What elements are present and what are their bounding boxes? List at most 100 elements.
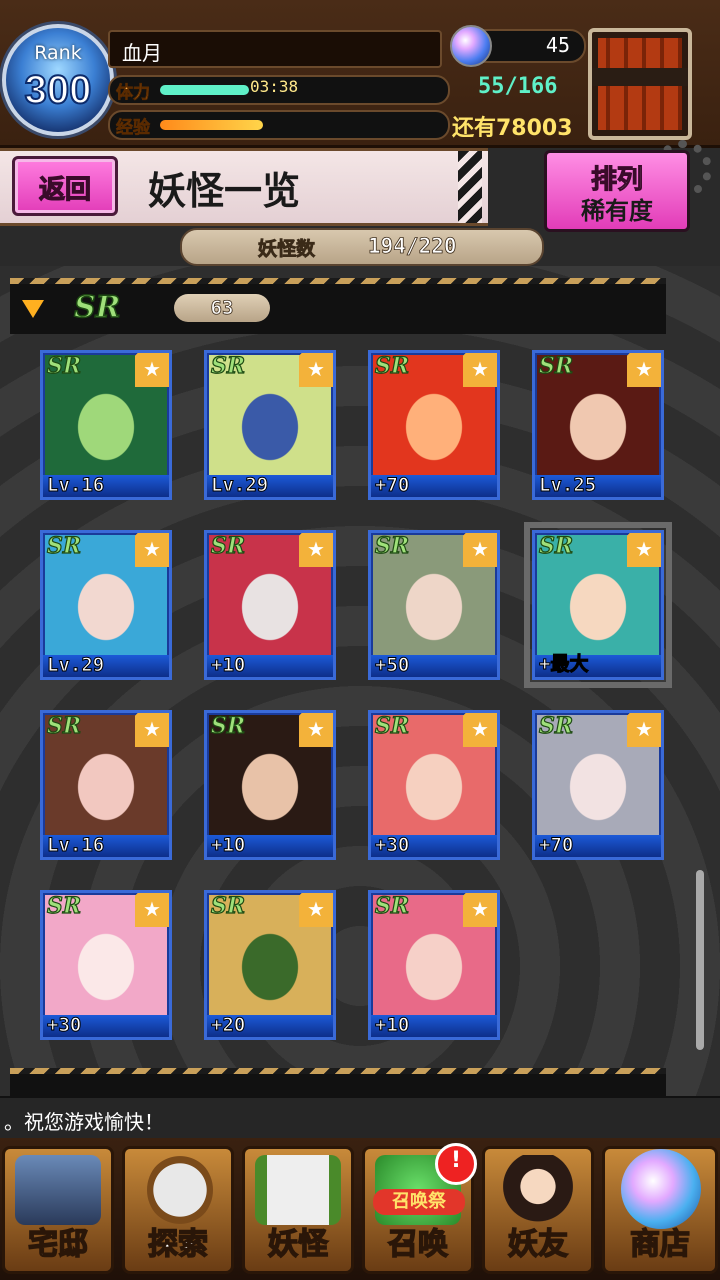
monster-card[interactable]: ★ SR Lv.16 — [40, 350, 172, 500]
monster-list[interactable]: SR 63 ★ SR Lv.16 ★ SR Lv.29 ★ SR +70 ★ SR Lv.25 ★ SR L… — [0, 266, 720, 1096]
status-bar: Rank 300 血月 体力 03:38 经验 45 55/166 还有7800… — [0, 0, 720, 148]
monster-card[interactable]: ★ SR +10 — [204, 710, 336, 860]
card-rarity: SR — [210, 352, 246, 379]
nav-monsters-label: 妖怪 — [267, 1226, 329, 1263]
star-icon: ★ — [299, 533, 333, 567]
nav-shop[interactable]: 商店 — [602, 1146, 718, 1274]
next-group-header[interactable] — [10, 1068, 666, 1096]
chest-band — [592, 68, 688, 86]
card-level: Lv.25 — [538, 474, 597, 497]
friend-icon — [495, 1155, 581, 1225]
exp-fill — [160, 120, 263, 130]
player-name-box: 血月 — [108, 30, 442, 68]
star-icon: ★ — [135, 533, 169, 567]
card-level: +10 — [210, 834, 246, 857]
nav-summon-label: 召唤 — [387, 1226, 449, 1263]
sort-mode-label: 稀有度 — [581, 197, 653, 225]
nav-explore-label: 探索 — [147, 1226, 209, 1263]
player-name: 血月 — [122, 41, 162, 65]
monster-card[interactable]: ★ SR +10 — [368, 890, 500, 1040]
nav-shop-label: 商店 — [629, 1226, 691, 1263]
star-icon: ★ — [627, 713, 661, 747]
card-level: Lv.29 — [46, 654, 105, 677]
orb-icon — [621, 1149, 701, 1229]
card-level: +10 — [210, 654, 246, 677]
star-icon: ★ — [463, 533, 497, 567]
card-rarity: SR — [374, 892, 410, 919]
monster-card[interactable]: ★ SR +30 — [368, 710, 500, 860]
card-level: Lv.16 — [46, 474, 105, 497]
monster-card[interactable]: ★ SR +70 — [532, 710, 664, 860]
rarity-badge: SR — [73, 289, 121, 326]
news-ticker: 。祝您游戏愉快！ — [0, 1096, 720, 1140]
star-icon: ★ — [299, 893, 333, 927]
star-icon: ★ — [627, 533, 661, 567]
card-rarity: SR — [374, 532, 410, 559]
scroll-icon — [255, 1155, 341, 1225]
monster-card[interactable]: ★ SR +10 — [204, 530, 336, 680]
card-level: +50 — [374, 654, 410, 677]
monster-card[interactable]: ★ SR +20 — [204, 890, 336, 1040]
star-icon: ★ — [463, 353, 497, 387]
magnifier-icon — [147, 1155, 213, 1225]
monster-card[interactable]: ★ SR Lv.16 — [40, 710, 172, 860]
card-rarity: SR — [538, 532, 574, 559]
stamina-value: 55/166 — [478, 74, 558, 99]
bottom-nav: 宅邸 探索 妖怪 召唤祭 ! 召唤 妖友 商店 — [0, 1138, 720, 1280]
nav-monsters[interactable]: 妖怪 — [242, 1146, 354, 1274]
star-icon: ★ — [299, 713, 333, 747]
back-button-label: 返回 — [38, 174, 91, 205]
card-level: +70 — [374, 474, 410, 497]
back-button[interactable]: 返回 — [12, 156, 118, 216]
star-icon: ★ — [463, 893, 497, 927]
star-icon: ★ — [463, 713, 497, 747]
card-level: +70 — [538, 834, 574, 857]
star-icon: ★ — [299, 353, 333, 387]
nav-friends[interactable]: 妖友 — [482, 1146, 594, 1274]
monster-card[interactable]: ★ SR Lv.29 — [40, 530, 172, 680]
card-level: +10 — [374, 1014, 410, 1037]
rarity-group-count: 63 — [174, 294, 270, 322]
nav-summon[interactable]: 召唤祭 ! 召唤 — [362, 1143, 477, 1274]
stamina-fill — [160, 85, 249, 95]
card-rarity: SR — [46, 892, 82, 919]
exp-label: 经验 — [116, 118, 151, 139]
star-icon: ★ — [135, 893, 169, 927]
card-level: +30 — [374, 834, 410, 857]
monster-card[interactable]: ★ SR +70 — [368, 350, 500, 500]
card-rarity: SR — [46, 532, 82, 559]
rank-badge[interactable]: Rank 300 — [2, 24, 114, 136]
summon-event-label: 召唤祭 — [373, 1189, 465, 1215]
nav-friends-label: 妖友 — [507, 1226, 569, 1263]
monster-card[interactable]: ★ SR Lv.25 — [532, 350, 664, 500]
gem-counter[interactable]: 45 — [450, 25, 586, 67]
monster-card[interactable]: ★ SR +50 — [368, 530, 500, 680]
nav-explore[interactable]: 探索 — [122, 1146, 234, 1274]
stamina-timer: 03:38 — [250, 77, 299, 96]
monster-card[interactable]: ★ SR +最大 — [524, 522, 672, 688]
rarity-group-header[interactable]: SR 63 — [10, 278, 666, 334]
monster-card[interactable]: ★ SR Lv.29 — [204, 350, 336, 500]
nav-mansion[interactable]: 宅邸 — [2, 1146, 114, 1274]
card-rarity: SR — [210, 712, 246, 739]
card-rarity: SR — [210, 892, 246, 919]
card-rarity: SR — [538, 712, 574, 739]
monster-card[interactable]: ★ SR +30 — [40, 890, 172, 1040]
card-rarity: SR — [538, 352, 574, 379]
stamina-label: 体力 — [116, 83, 151, 104]
chest-icon[interactable] — [588, 28, 692, 140]
scrollbar[interactable] — [696, 870, 704, 1050]
nav-mansion-label: 宅邸 — [27, 1226, 89, 1263]
collapse-arrow-icon[interactable] — [22, 300, 44, 318]
card-level: Lv.16 — [46, 834, 105, 857]
card-level: +20 — [210, 1014, 246, 1037]
sort-button[interactable]: 排列 稀有度 — [544, 150, 690, 232]
rank-value: 300 — [24, 67, 93, 113]
house-icon — [15, 1155, 101, 1225]
rank-label: Rank — [34, 42, 82, 64]
card-level: +最大 — [538, 653, 589, 676]
card-level: +30 — [46, 1014, 82, 1037]
card-rarity: SR — [374, 352, 410, 379]
card-rarity: SR — [46, 352, 82, 379]
monster-count-label: 妖怪数 — [258, 238, 316, 261]
